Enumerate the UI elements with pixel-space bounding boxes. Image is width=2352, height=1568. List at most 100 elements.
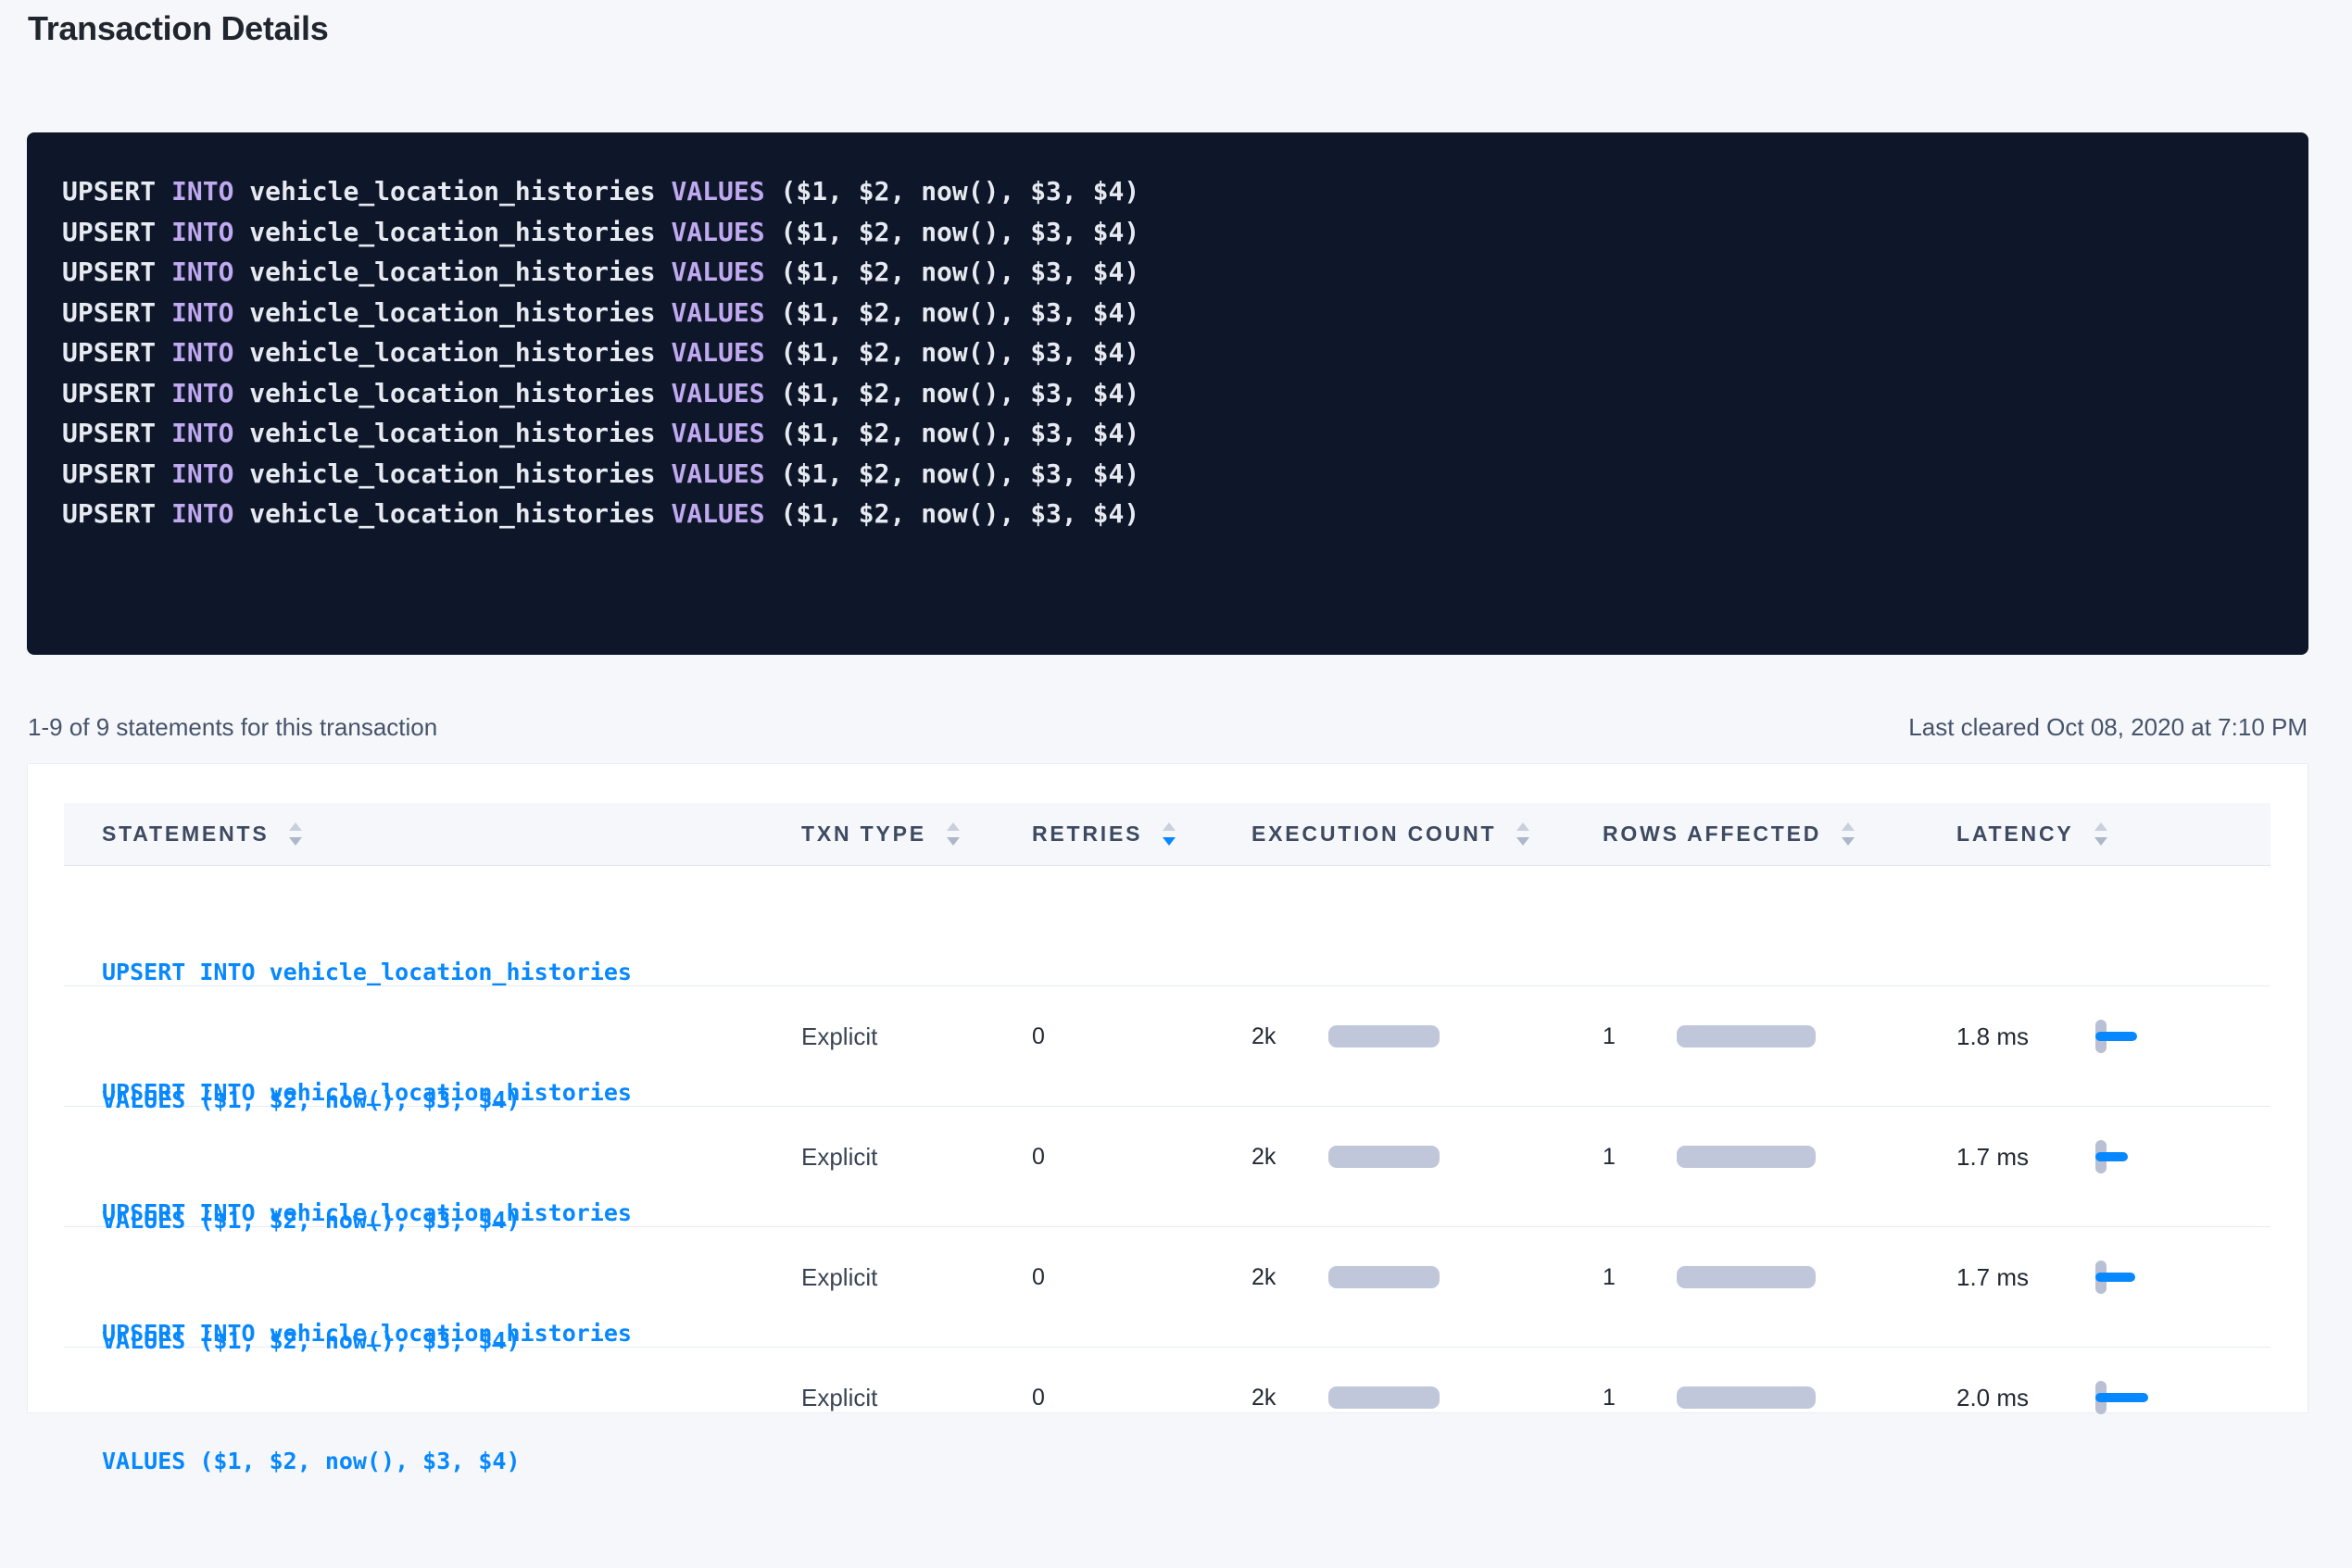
- statements-table: STATEMENTS TXN TYPE RETRIES EXECUTION CO…: [64, 803, 2270, 1348]
- sql-text: ($1, $2, now(), $3, $4): [765, 176, 1140, 207]
- column-header-execution-count[interactable]: EXECUTION COUNT: [1251, 822, 1603, 847]
- sql-keyword: INTO: [171, 498, 233, 529]
- sql-keyword: INTO: [171, 378, 233, 408]
- sort-asc-icon[interactable]: [1842, 822, 1855, 831]
- sql-text: vehicle_location_histories: [233, 498, 671, 529]
- statement-link[interactable]: UPSERT INTO vehicle_location_histories V…: [102, 1227, 801, 1568]
- sql-keyword: INTO: [171, 458, 233, 489]
- execution-count-bar: [1328, 1146, 1440, 1168]
- latency-value: 1.8 ms: [1956, 1022, 2095, 1051]
- column-header-statements[interactable]: STATEMENTS: [64, 822, 801, 847]
- sort-desc-icon[interactable]: [289, 837, 302, 846]
- statements-table-card: STATEMENTS TXN TYPE RETRIES EXECUTION CO…: [28, 764, 2308, 1412]
- rows-affected-value: 1: [1603, 1144, 1677, 1171]
- txn-type-cell: Explicit: [801, 1384, 1032, 1412]
- sql-statement-line: UPSERT INTO vehicle_location_histories V…: [62, 212, 2273, 253]
- latency-chart: [2095, 1380, 2160, 1415]
- sql-statement-line: UPSERT INTO vehicle_location_histories V…: [62, 373, 2273, 414]
- statement-line-1: UPSERT INTO vehicle_location_histories: [102, 1312, 801, 1355]
- execution-count-cell: 2k: [1251, 1264, 1603, 1291]
- execution-count-bar: [1328, 1386, 1440, 1409]
- txn-type-cell: Explicit: [801, 1263, 1032, 1292]
- sql-text: vehicle_location_histories: [233, 378, 671, 408]
- retries-cell: 0: [1032, 1385, 1251, 1411]
- sql-text: UPSERT: [62, 337, 171, 368]
- sort-asc-icon[interactable]: [1516, 822, 1529, 831]
- sort-desc-icon[interactable]: [1842, 837, 1855, 846]
- last-cleared-caption: Last cleared Oct 08, 2020 at 7:10 PM: [1908, 713, 2308, 742]
- sql-text: UPSERT: [62, 297, 171, 328]
- retries-value: 0: [1032, 1264, 1045, 1290]
- sql-keyword: VALUES: [671, 257, 764, 287]
- sort-desc-icon[interactable]: [2094, 837, 2107, 846]
- sort-asc-icon[interactable]: [947, 822, 960, 831]
- column-header-rows-affected[interactable]: ROWS AFFECTED: [1603, 822, 1956, 847]
- sql-keyword: VALUES: [671, 217, 764, 247]
- sort-arrows-icon[interactable]: [1516, 822, 1529, 846]
- rows-affected-cell: 1: [1603, 1385, 1956, 1411]
- sort-arrows-icon[interactable]: [2094, 822, 2107, 846]
- sql-statement-line: UPSERT INTO vehicle_location_histories V…: [62, 413, 2273, 454]
- sql-text: ($1, $2, now(), $3, $4): [765, 217, 1140, 247]
- rows-affected-bar: [1677, 1025, 1816, 1047]
- table-header-row: STATEMENTS TXN TYPE RETRIES EXECUTION CO…: [64, 803, 2270, 866]
- column-header-label: LATENCY: [1956, 822, 2074, 847]
- sql-text: ($1, $2, now(), $3, $4): [765, 378, 1140, 408]
- latency-cell: 1.7 ms: [1956, 1260, 2270, 1295]
- txn-type-cell: Explicit: [801, 1143, 1032, 1172]
- sql-keyword: VALUES: [671, 337, 764, 368]
- latency-value: 2.0 ms: [1956, 1384, 2095, 1412]
- sql-text: ($1, $2, now(), $3, $4): [765, 257, 1140, 287]
- sql-keyword: INTO: [171, 418, 233, 448]
- rows-affected-value: 1: [1603, 1385, 1677, 1411]
- sql-text: UPSERT: [62, 257, 171, 287]
- sort-desc-icon[interactable]: [1516, 837, 1529, 846]
- sql-text: UPSERT: [62, 498, 171, 529]
- column-header-txn-type[interactable]: TXN TYPE: [801, 822, 1032, 847]
- sql-keyword: INTO: [171, 337, 233, 368]
- sort-desc-icon[interactable]: [1163, 837, 1176, 846]
- latency-chart: [2095, 1019, 2160, 1054]
- column-header-label: EXECUTION COUNT: [1251, 822, 1496, 847]
- sql-statement-line: UPSERT INTO vehicle_location_histories V…: [62, 332, 2273, 373]
- txn-type-value: Explicit: [801, 1263, 877, 1291]
- sort-arrows-icon[interactable]: [947, 822, 960, 846]
- sql-keyword: VALUES: [671, 498, 764, 529]
- sort-asc-icon[interactable]: [2094, 822, 2107, 831]
- latency-cell: 2.0 ms: [1956, 1380, 2270, 1415]
- column-header-latency[interactable]: LATENCY: [1956, 822, 2270, 847]
- sql-keyword: INTO: [171, 176, 233, 207]
- rows-affected-cell: 1: [1603, 1023, 1956, 1050]
- sort-asc-icon[interactable]: [1163, 822, 1176, 831]
- latency-bar: [2095, 1032, 2137, 1041]
- column-header-retries[interactable]: RETRIES: [1032, 822, 1251, 847]
- execution-count-value: 2k: [1251, 1264, 1328, 1291]
- sort-arrows-icon[interactable]: [1842, 822, 1855, 846]
- rows-affected-value: 1: [1603, 1023, 1677, 1050]
- sql-text: UPSERT: [62, 418, 171, 448]
- execution-count-cell: 2k: [1251, 1144, 1603, 1171]
- sort-asc-icon[interactable]: [289, 822, 302, 831]
- column-header-label: ROWS AFFECTED: [1603, 822, 1821, 847]
- sort-desc-icon[interactable]: [947, 837, 960, 846]
- latency-cell: 1.8 ms: [1956, 1019, 2270, 1054]
- sql-statement-line: UPSERT INTO vehicle_location_histories V…: [62, 494, 2273, 534]
- sql-keyword: INTO: [171, 297, 233, 328]
- column-header-label: STATEMENTS: [102, 822, 269, 847]
- execution-count-bar: [1328, 1025, 1440, 1047]
- sort-arrows-icon[interactable]: [289, 822, 302, 846]
- sql-keyword: VALUES: [671, 176, 764, 207]
- sql-statement-line: UPSERT INTO vehicle_location_histories V…: [62, 171, 2273, 212]
- sql-keyword: VALUES: [671, 297, 764, 328]
- sql-keyword: VALUES: [671, 378, 764, 408]
- column-header-label: RETRIES: [1032, 822, 1142, 847]
- rows-affected-bar: [1677, 1386, 1816, 1409]
- statement-line-2: VALUES ($1, $2, now(), $3, $4): [102, 1440, 801, 1483]
- retries-cell: 0: [1032, 1023, 1251, 1050]
- sort-arrows-icon[interactable]: [1163, 822, 1176, 846]
- sql-keyword: VALUES: [671, 458, 764, 489]
- latency-bar: [2095, 1152, 2128, 1161]
- retries-value: 0: [1032, 1023, 1045, 1049]
- sql-statement-line: UPSERT INTO vehicle_location_histories V…: [62, 454, 2273, 495]
- rows-affected-bar: [1677, 1266, 1816, 1288]
